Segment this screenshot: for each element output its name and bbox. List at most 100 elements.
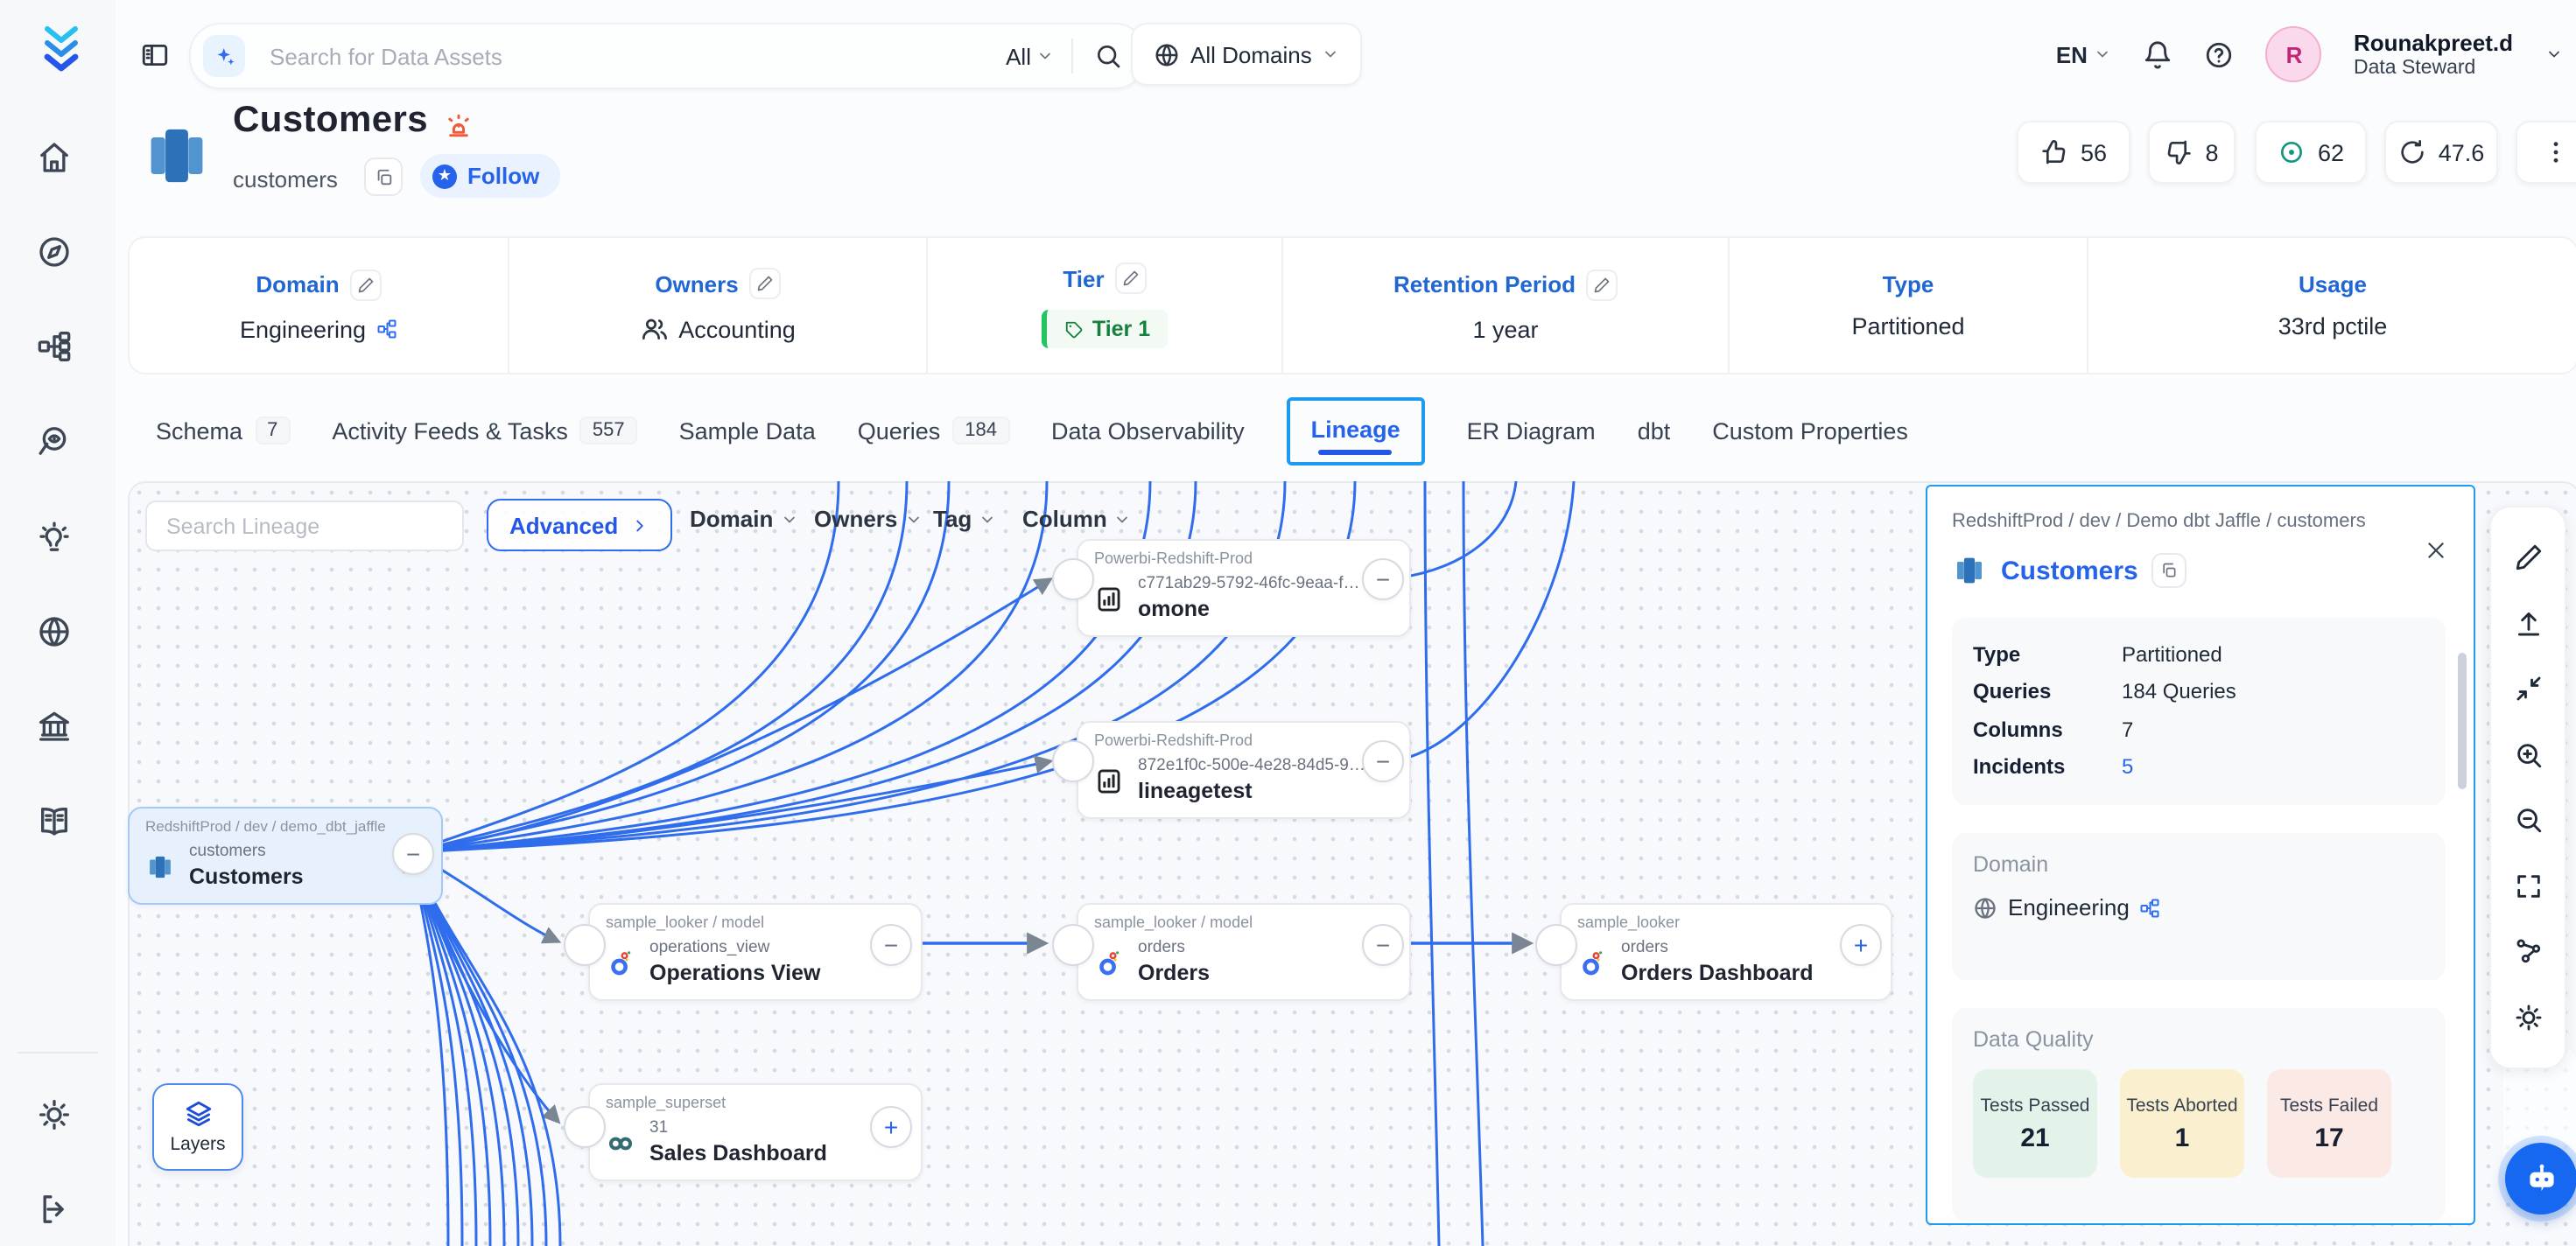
edit-domain-icon[interactable] — [350, 269, 382, 300]
tab-schema[interactable]: Schema7 — [156, 416, 290, 444]
robot-icon — [2520, 1158, 2562, 1200]
panel-title-link[interactable]: Customers — [2001, 556, 2138, 585]
sidebar-toggle-icon[interactable] — [140, 40, 170, 70]
filter-owners-dropdown[interactable]: Owners — [814, 506, 922, 532]
collapse-handle[interactable]: − — [392, 833, 434, 875]
tests-failed-tile[interactable]: Tests Failed17 — [2267, 1070, 2391, 1179]
insights-icon[interactable] — [37, 520, 72, 555]
search-icon[interactable] — [1094, 42, 1122, 70]
node-handle[interactable] — [564, 1106, 606, 1148]
downvote-button[interactable]: 8 — [2148, 121, 2236, 184]
help-icon[interactable] — [2205, 39, 2235, 69]
tests-aborted-tile[interactable]: Tests Aborted1 — [2120, 1070, 2244, 1179]
all-domains-dropdown[interactable]: All Domains — [1131, 23, 1363, 86]
node-handle[interactable] — [564, 924, 606, 966]
entity-detail-panel: RedshiftProd / dev / Demo dbt Jaffle / c… — [1926, 485, 2475, 1225]
tier-badge[interactable]: Tier 1 — [1042, 310, 1168, 348]
tab-dbt[interactable]: dbt — [1638, 417, 1671, 444]
collapse-handle[interactable]: − — [1362, 740, 1404, 782]
looker-icon — [606, 948, 635, 977]
user-menu-chevron-icon[interactable] — [2544, 46, 2562, 63]
superset-icon — [606, 1128, 635, 1158]
tab-sample-data[interactable]: Sample Data — [679, 417, 816, 444]
copy-name-button[interactable] — [364, 158, 403, 196]
search-input[interactable] — [266, 41, 1006, 71]
global-search[interactable]: All — [189, 23, 1147, 89]
layers-button[interactable]: Layers — [152, 1083, 243, 1171]
panel-breadcrumb[interactable]: RedshiftProd / dev / Demo dbt Jaffle / c… — [1952, 508, 2404, 537]
lineage-search[interactable] — [145, 500, 464, 551]
incidents-link[interactable]: 5 — [2122, 749, 2133, 787]
zoom-in-icon[interactable] — [2513, 740, 2543, 770]
observability-icon[interactable] — [37, 424, 72, 458]
lineage-toolbar — [2489, 506, 2566, 1069]
settings-icon[interactable] — [37, 1097, 72, 1132]
app-root: All All Domains EN R Rounakpreet.d Data … — [0, 0, 2576, 1246]
tab-activity-feeds[interactable]: Activity Feeds & Tasks557 — [332, 416, 636, 444]
filter-domain-dropdown[interactable]: Domain — [690, 506, 797, 532]
domains-icon[interactable] — [37, 614, 72, 649]
governance-icon[interactable] — [37, 709, 72, 744]
language-dropdown[interactable]: EN — [2056, 41, 2112, 67]
node-handle[interactable] — [1052, 740, 1094, 782]
more-actions-button[interactable] — [2516, 121, 2576, 184]
ai-sparkle-icon[interactable] — [203, 35, 245, 77]
expand-handle[interactable]: + — [870, 1106, 912, 1148]
powerbi-icon — [1094, 584, 1124, 613]
collapse-handle[interactable]: − — [1362, 558, 1404, 600]
user-avatar[interactable]: R — [2266, 26, 2322, 82]
panel-domain-value[interactable]: Engineering — [2008, 895, 2130, 921]
filter-tag-dropdown[interactable]: Tag — [933, 506, 996, 532]
circle-dot-icon — [2278, 138, 2306, 166]
edit-owners-icon[interactable] — [749, 268, 781, 299]
tab-custom-properties[interactable]: Custom Properties — [1712, 417, 1908, 444]
edit-tier-icon[interactable] — [1115, 262, 1147, 294]
logout-icon[interactable] — [37, 1192, 72, 1227]
collapse-view-icon[interactable] — [2513, 675, 2543, 704]
collapse-handle[interactable]: − — [1362, 924, 1404, 966]
collapse-handle[interactable]: − — [870, 924, 912, 966]
chatbot-button[interactable] — [2505, 1143, 2576, 1214]
user-menu[interactable]: Rounakpreet.d Data Steward — [2354, 30, 2513, 80]
tab-queries[interactable]: Queries184 — [858, 416, 1009, 444]
thumbs-down-icon — [2165, 138, 2193, 166]
edit-lineage-icon[interactable] — [2513, 543, 2543, 573]
watchers-button[interactable]: 62 — [2255, 121, 2367, 184]
lineage-search-input[interactable] — [163, 512, 452, 540]
panel-scrollbar[interactable] — [2458, 653, 2467, 789]
search-scope-dropdown[interactable]: All — [1006, 43, 1071, 69]
edit-retention-icon[interactable] — [1586, 269, 1618, 300]
node-handle[interactable] — [1052, 558, 1094, 600]
explore-icon[interactable] — [37, 234, 72, 270]
lineage-node-orders[interactable]: sample_looker / model ordersOrders — [1077, 903, 1411, 1002]
close-panel-icon[interactable] — [2425, 539, 2447, 562]
tab-er-diagram[interactable]: ER Diagram — [1467, 417, 1596, 444]
tests-passed-tile[interactable]: Tests Passed21 — [1973, 1070, 2097, 1179]
lineage-node-lineagetest[interactable]: Powerbi-Redshift-Prod 872e1f0c-500e-4e28… — [1077, 721, 1411, 820]
relayout-icon[interactable] — [2513, 937, 2543, 967]
fit-screen-icon[interactable] — [2513, 872, 2543, 901]
export-icon[interactable] — [2513, 609, 2543, 639]
home-icon[interactable] — [37, 140, 72, 175]
tab-lineage[interactable]: Lineage — [1287, 396, 1425, 465]
expand-handle[interactable]: + — [1840, 924, 1882, 966]
alert-siren-icon[interactable] — [443, 110, 474, 142]
zoom-out-icon[interactable] — [2513, 806, 2543, 836]
copy-link-button[interactable] — [2152, 553, 2187, 588]
redshift-icon — [145, 851, 175, 881]
notifications-icon[interactable] — [2144, 39, 2173, 69]
glossary-icon[interactable] — [37, 803, 72, 838]
follow-button[interactable]: ★ Follow — [420, 154, 560, 198]
lineage-node-omone[interactable]: Powerbi-Redshift-Prod c771ab29-5792-46fc… — [1077, 539, 1411, 638]
lineage-nav-icon[interactable] — [37, 329, 72, 364]
team-icon — [640, 315, 668, 343]
advanced-filter-button[interactable]: Advanced — [487, 499, 672, 551]
tab-data-observability[interactable]: Data Observability — [1051, 417, 1245, 444]
app-logo[interactable] — [35, 23, 88, 75]
lineage-settings-icon[interactable] — [2513, 1003, 2543, 1032]
node-handle[interactable] — [1052, 924, 1094, 966]
filter-column-dropdown[interactable]: Column — [1022, 506, 1132, 532]
version-button[interactable]: 47.6 — [2384, 121, 2498, 184]
upvote-button[interactable]: 56 — [2017, 121, 2130, 184]
node-handle[interactable] — [1535, 924, 1577, 966]
